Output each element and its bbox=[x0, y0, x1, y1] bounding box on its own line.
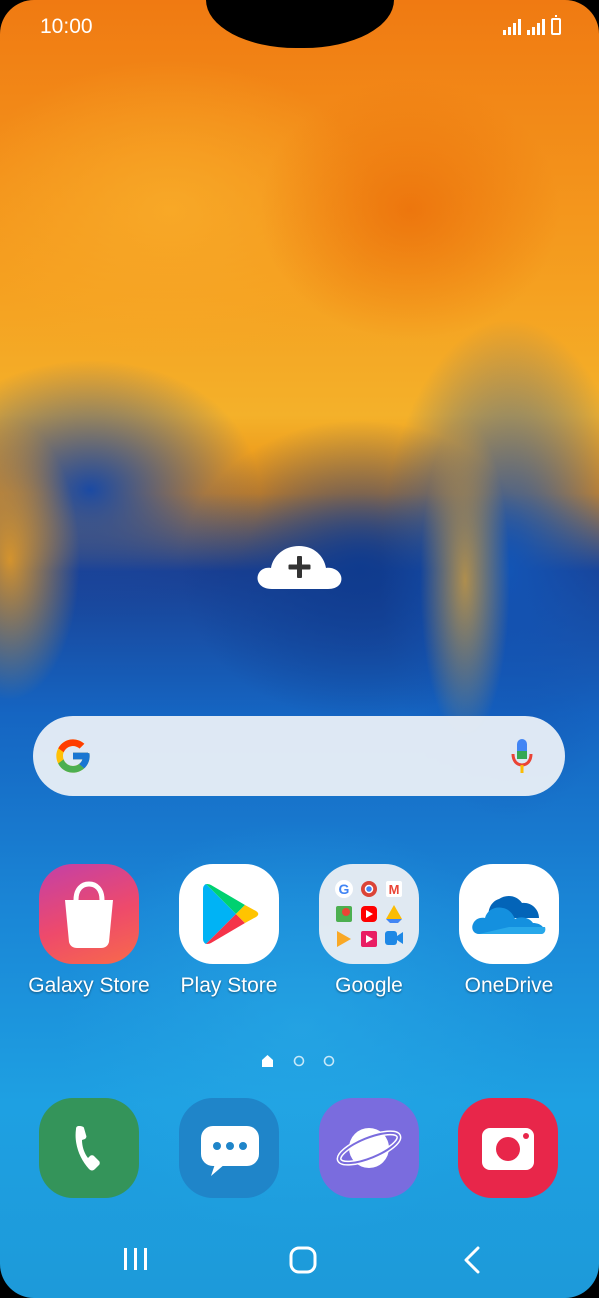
svg-text:G: G bbox=[339, 881, 350, 897]
microphone-icon[interactable] bbox=[511, 738, 533, 779]
onedrive-icon bbox=[459, 864, 559, 964]
signal-icon bbox=[503, 19, 521, 35]
home-screen: 10:00 Galaxy Store Play Store G M Google… bbox=[0, 0, 599, 1298]
app-label: OneDrive bbox=[464, 974, 554, 997]
status-bar[interactable]: 10:00 bbox=[0, 0, 599, 54]
app-label: Play Store bbox=[180, 974, 278, 997]
page-dot-icon bbox=[293, 1055, 305, 1067]
page-dot-icon bbox=[323, 1055, 335, 1067]
app-label: Galaxy Store bbox=[28, 974, 150, 997]
clock: 10:00 bbox=[40, 15, 93, 38]
home-page-dot-icon bbox=[262, 1055, 273, 1067]
signal-icon bbox=[527, 19, 545, 35]
cloud-add-icon[interactable] bbox=[254, 543, 344, 591]
app-galaxy-store[interactable]: Galaxy Store bbox=[19, 864, 159, 998]
messages-icon[interactable] bbox=[179, 1098, 279, 1198]
app-google-folder[interactable]: G M Google bbox=[299, 864, 439, 998]
google-search-bar[interactable] bbox=[33, 716, 565, 796]
google-folder-icon: G M bbox=[319, 864, 419, 964]
app-label: Google bbox=[335, 974, 403, 997]
phone-icon[interactable] bbox=[39, 1098, 139, 1198]
svg-text:M: M bbox=[389, 882, 400, 897]
app-onedrive[interactable]: OneDrive bbox=[439, 864, 579, 998]
recent-apps-icon[interactable] bbox=[124, 1248, 147, 1270]
google-logo-icon bbox=[53, 736, 93, 781]
app-play-store[interactable]: Play Store bbox=[159, 864, 299, 998]
navigation-bar bbox=[0, 1230, 599, 1290]
dock bbox=[0, 1098, 599, 1198]
internet-icon[interactable] bbox=[319, 1098, 419, 1198]
back-icon[interactable] bbox=[464, 1246, 480, 1274]
battery-charging-icon bbox=[551, 15, 561, 35]
play-store-icon bbox=[179, 864, 279, 964]
home-button-icon[interactable] bbox=[289, 1246, 317, 1274]
page-indicator bbox=[0, 1054, 599, 1068]
home-app-row: Galaxy Store Play Store G M Google OneDr… bbox=[0, 864, 599, 1014]
camera-icon[interactable] bbox=[458, 1098, 558, 1198]
galaxy-store-icon bbox=[39, 864, 139, 964]
